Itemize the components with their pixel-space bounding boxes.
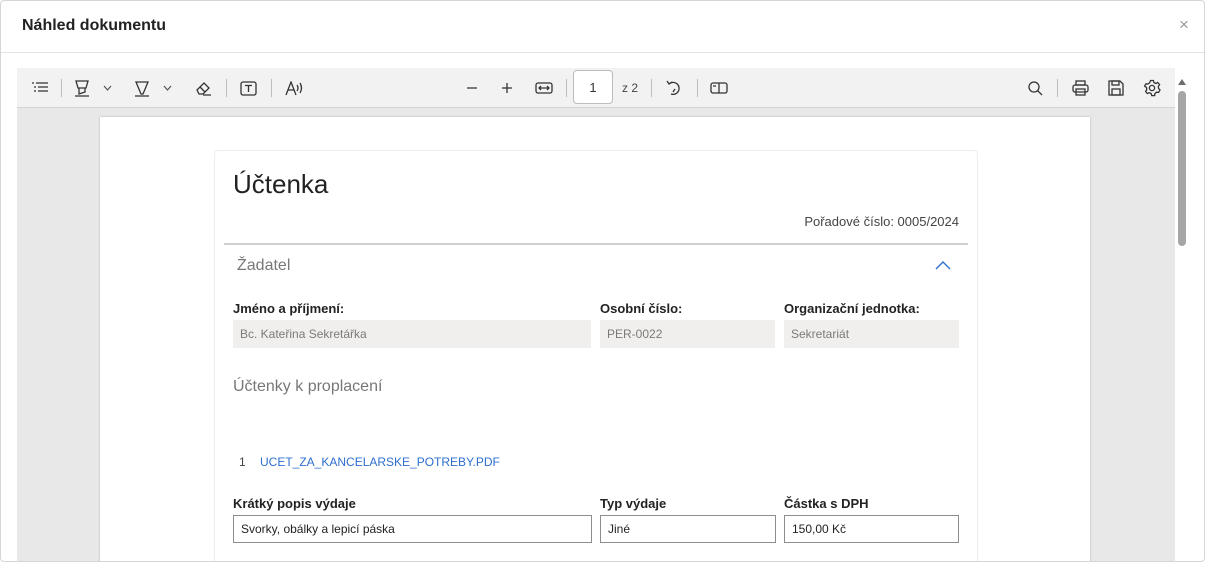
expense-type-field[interactable]: Jiné [600,515,776,543]
applicant-section-title: Žadatel [237,257,291,274]
close-button[interactable]: × [1176,15,1192,35]
highlight-icon[interactable] [72,76,92,100]
expense-description-field[interactable]: Svorky, obálky a lepicí páska [233,515,592,543]
document-preview-dialog: Náhled dokumentu × 1 z 2 Účtenka Pořadov… [0,0,1205,562]
text-box-icon[interactable] [238,76,258,100]
amount-with-vat-label: Částka s DPH [784,496,869,511]
pdf-toolbar: z 2 [17,68,1175,108]
toolbar-separator [697,79,698,97]
toolbar-separator [566,79,567,97]
dialog-header: Náhled dokumentu × [1,1,1204,53]
dialog-title: Náhled dokumentu [22,17,167,34]
search-icon[interactable] [1025,76,1045,100]
scroll-up-arrow-icon[interactable] [1177,73,1187,85]
document-page: Účtenka Pořadové číslo: 0005/2024 Žadate… [100,117,1090,561]
read-aloud-icon[interactable] [283,76,305,100]
page-number-input[interactable] [573,70,613,104]
zoom-in-icon[interactable] [498,76,516,100]
draw-icon[interactable] [132,76,152,100]
toolbar-separator [271,79,272,97]
toolbar-separator [651,79,652,97]
eraser-icon[interactable] [193,76,213,100]
pdf-viewer: z 2 [17,68,1175,561]
receipt-item-index: 1 [239,455,246,469]
page-count-label: z 2 [622,81,639,95]
settings-icon[interactable] [1141,76,1163,100]
name-label: Jméno a příjmení: [233,301,345,316]
scrollbar-thumb[interactable] [1178,91,1186,246]
amount-with-vat-field[interactable]: 150,00 Kč [784,515,959,543]
expense-description-label: Krátký popis výdaje [233,496,356,511]
collapse-chevron-up-icon[interactable] [935,257,951,270]
zoom-out-icon[interactable] [463,76,481,100]
print-icon[interactable] [1069,76,1091,100]
receipt-form: Účtenka Pořadové číslo: 0005/2024 Žadate… [214,150,978,561]
toolbar-separator [61,79,62,97]
receipt-file-link[interactable]: UCET_ZA_KANCELARSKE_POTREBY.PDF [260,455,500,469]
expense-type-label: Typ výdaje [600,496,667,511]
draw-chevron-down-icon[interactable] [161,76,173,100]
name-field: Bc. Kateřina Sekretářka [233,320,591,348]
document-title: Účtenka [233,169,329,199]
save-icon[interactable] [1105,76,1127,100]
receipts-section-title: Účtenky k proplacení [233,378,383,395]
highlight-chevron-down-icon[interactable] [101,76,113,100]
outline-list-icon[interactable] [29,76,51,100]
personal-number-label: Osobní číslo: [600,301,683,316]
personal-number-field: PER-0022 [600,320,775,348]
toolbar-separator [1057,79,1058,97]
page-view-icon[interactable] [708,76,730,100]
org-unit-label: Organizační jednotka: [784,301,920,316]
fit-width-icon[interactable] [533,76,555,100]
rotate-icon[interactable] [663,76,685,100]
toolbar-separator [226,79,227,97]
order-number: Pořadové číslo: 0005/2024 [804,214,959,229]
section-divider [224,243,968,245]
org-unit-field: Sekretariát [784,320,959,348]
